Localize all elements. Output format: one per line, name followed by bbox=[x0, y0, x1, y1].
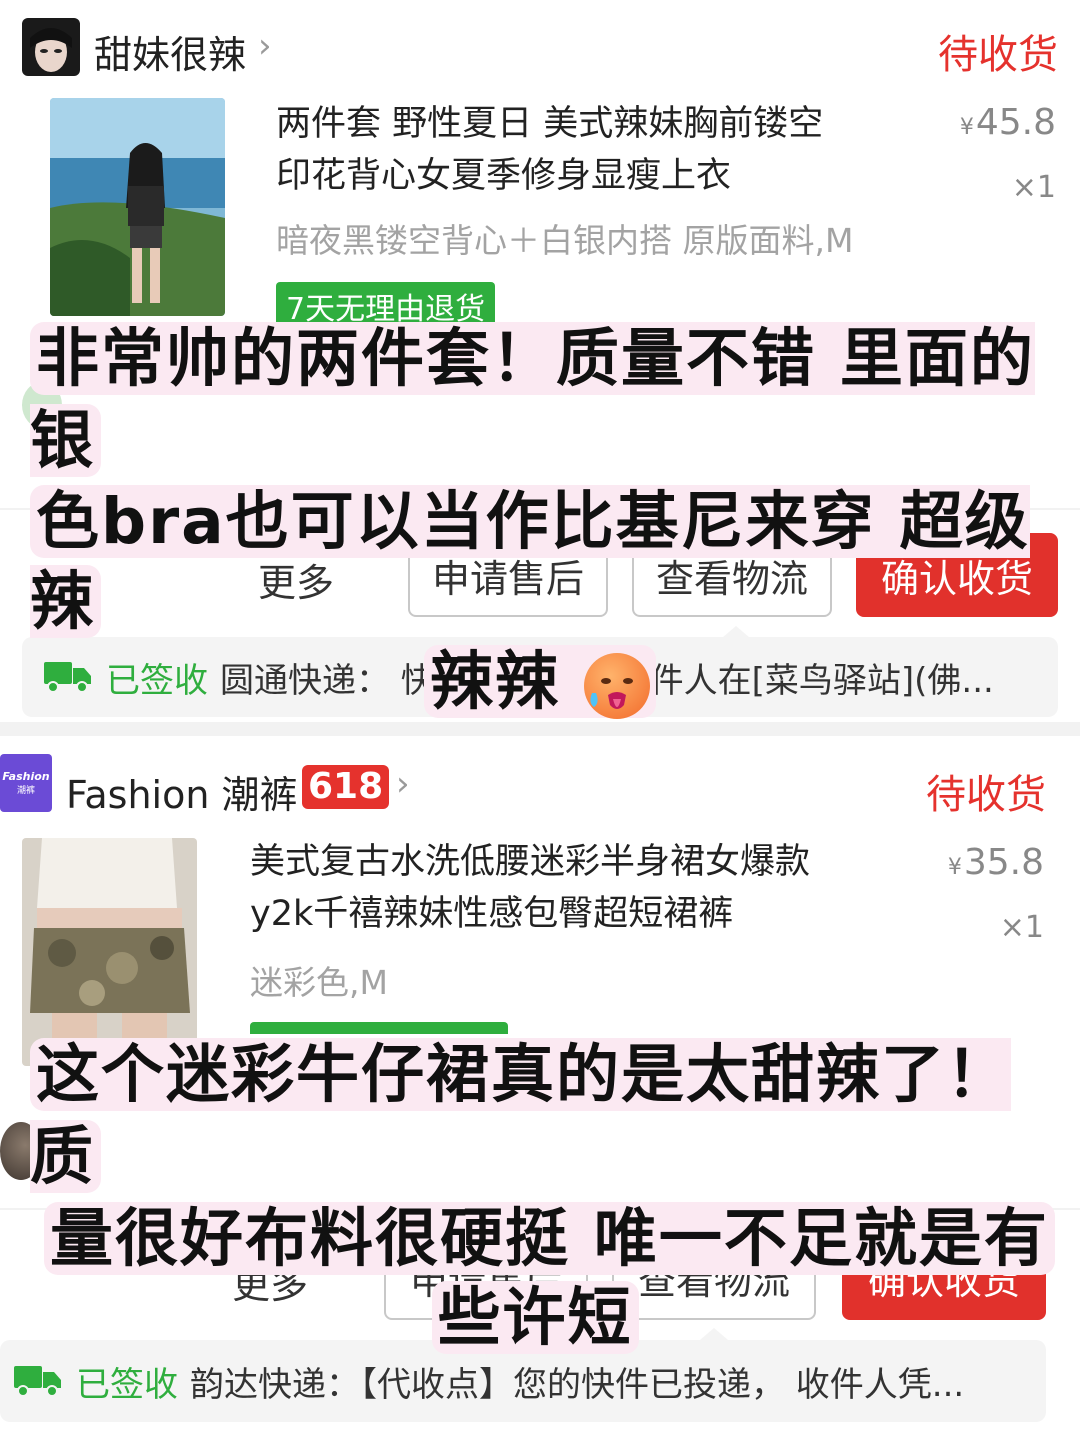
caption-line: 量很好布料很硬挺 唯一不足就是有 bbox=[44, 1202, 1055, 1275]
product-title-line: y2k千禧辣妹性感包臀超短裙裤 bbox=[250, 894, 734, 934]
hot-face-emoji-icon bbox=[583, 652, 650, 719]
chevron-right-icon[interactable]: › bbox=[396, 764, 410, 804]
order-status: 待收货 bbox=[926, 772, 1046, 818]
order-status: 待收货 bbox=[938, 32, 1058, 78]
product-title[interactable]: 两件套 野性夏日 美式辣妹胸前镂空 印花背心女夏季修身显瘦上衣 bbox=[276, 98, 916, 202]
product-title[interactable]: 美式复古水洗低腰迷彩半身裙女爆款 y2k千禧辣妹性感包臀超短裙裤 bbox=[250, 836, 900, 940]
caption-line: 辣辣 bbox=[430, 645, 561, 718]
product-title-line: 印花背心女夏季修身显瘦上衣 bbox=[276, 156, 732, 196]
promo-badge: 618 bbox=[302, 765, 390, 809]
product-image[interactable] bbox=[22, 838, 197, 1066]
shop-name[interactable]: 甜妹很辣 bbox=[94, 24, 246, 79]
review-caption-1: 非常帅的两件套！质量不错 里面的银 色bra也可以当作比基尼来穿 超级辣 辣辣 bbox=[30, 318, 1080, 722]
logistics-status: 已签收 bbox=[76, 1364, 178, 1405]
product-price: ¥35.8 bbox=[948, 842, 1044, 883]
shop-avatar[interactable] bbox=[22, 18, 80, 76]
review-caption-2: 这个迷彩牛仔裙真的是太甜辣了！质 量很好布料很硬挺 唯一不足就是有 些许短 bbox=[30, 1034, 1080, 1356]
product-photo bbox=[50, 98, 225, 316]
product-title-line: 美式复古水洗低腰迷彩半身裙女爆款 bbox=[250, 842, 811, 882]
product-quantity: ×1 bbox=[999, 910, 1044, 945]
caption-line: 些许短 bbox=[431, 1281, 639, 1354]
product-spec: 迷彩色,M bbox=[250, 963, 388, 1002]
truck-icon bbox=[14, 1366, 61, 1397]
product-quantity: ×1 bbox=[1011, 170, 1056, 205]
shop-logo-sub: 潮裤 bbox=[16, 786, 35, 796]
product-image[interactable] bbox=[50, 98, 225, 316]
price-value: 35.8 bbox=[963, 842, 1044, 883]
caption-line-wrap: 辣辣 bbox=[424, 645, 656, 719]
currency-symbol: ¥ bbox=[947, 855, 962, 880]
logistics-detail: 韵达快递：【代收点】您的快件已投递， 收件人凭... bbox=[190, 1364, 965, 1405]
caption-line: 这个迷彩牛仔裙真的是太甜辣了！质 bbox=[30, 1038, 1011, 1193]
shop-name[interactable]: Fashion 潮裤 bbox=[66, 764, 298, 819]
product-price: ¥45.8 bbox=[960, 102, 1056, 143]
price-value: 45.8 bbox=[975, 102, 1056, 143]
product-title-line: 两件套 野性夏日 美式辣妹胸前镂空 bbox=[276, 104, 824, 144]
caption-line: 色bra也可以当作比基尼来穿 超级辣 bbox=[30, 485, 1030, 638]
currency-symbol: ¥ bbox=[959, 115, 974, 140]
shop-logo-text: Fashion bbox=[2, 770, 50, 783]
shop-logo[interactable]: Fashion 潮裤 bbox=[0, 754, 52, 812]
tag-strip bbox=[250, 1022, 508, 1034]
chevron-right-icon[interactable]: › bbox=[258, 26, 272, 66]
section-separator bbox=[0, 722, 1080, 736]
product-spec: 暗夜黑镂空背心＋白银内搭 原版面料,M bbox=[276, 221, 854, 260]
caption-line: 非常帅的两件套！质量不错 里面的银 bbox=[30, 322, 1035, 477]
product-photo bbox=[22, 838, 197, 1066]
